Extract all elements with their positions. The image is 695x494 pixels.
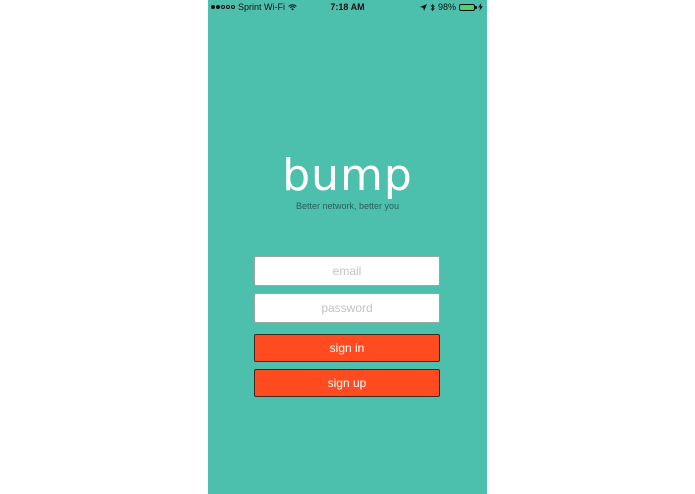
password-field[interactable]: [254, 293, 440, 323]
battery-icon: [459, 3, 477, 11]
status-bar: Sprint Wi-Fi 7:18 AM 98%: [208, 0, 487, 14]
battery-level-fill: [461, 5, 473, 9]
sign-up-button[interactable]: sign up: [254, 369, 440, 397]
app-tagline: Better network, better you: [295, 201, 400, 211]
status-right: 98%: [419, 2, 483, 12]
email-field[interactable]: [254, 256, 440, 286]
sign-in-button[interactable]: sign in: [254, 334, 440, 362]
battery-percent: 98%: [437, 2, 456, 12]
charging-bolt-icon: [478, 3, 483, 11]
app-logo: bump: [282, 150, 413, 201]
app-screen: Sprint Wi-Fi 7:18 AM 98% bump Better net…: [208, 0, 487, 494]
bluetooth-icon: [430, 3, 435, 11]
location-arrow-icon: [419, 3, 427, 11]
battery-tip: [475, 6, 477, 9]
